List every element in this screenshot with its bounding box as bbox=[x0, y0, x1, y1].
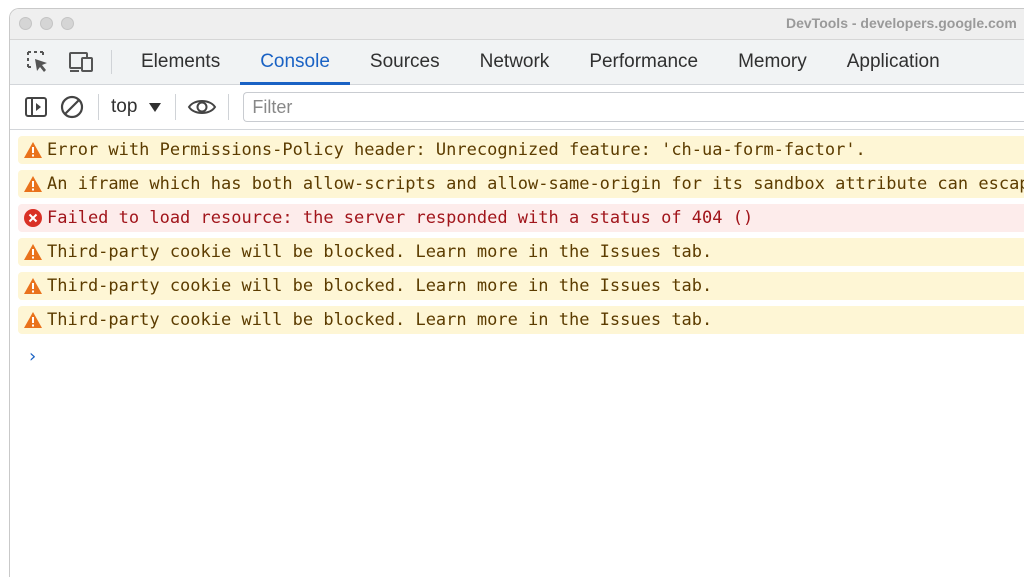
warning-triangle-icon bbox=[19, 277, 47, 295]
console-message-warning[interactable]: Third-party cookie will be blocked. Lear… bbox=[18, 306, 1024, 334]
toolbar-divider bbox=[175, 94, 177, 120]
message-text: Third-party cookie will be blocked. Lear… bbox=[47, 310, 713, 330]
message-text: Third-party cookie will be blocked. Lear… bbox=[47, 276, 713, 296]
live-expression-eye-icon[interactable] bbox=[184, 89, 220, 125]
devtools-window: DevTools - developers.google.com Element… bbox=[9, 8, 1024, 577]
tab-application[interactable]: Application bbox=[827, 40, 960, 84]
device-toolbar-icon[interactable] bbox=[60, 40, 102, 84]
zoom-window-button[interactable] bbox=[61, 17, 74, 30]
filter-input[interactable] bbox=[243, 92, 1024, 122]
tab-performance[interactable]: Performance bbox=[569, 40, 718, 84]
window-controls bbox=[19, 17, 74, 30]
tab-bar-divider bbox=[111, 50, 112, 74]
tab-elements[interactable]: Elements bbox=[121, 40, 240, 84]
toolbar-divider bbox=[98, 94, 99, 120]
error-circle-icon bbox=[19, 208, 47, 228]
message-text: An iframe which has both allow-scripts a… bbox=[47, 174, 1024, 194]
inspect-element-icon[interactable] bbox=[16, 40, 60, 84]
warning-triangle-icon bbox=[19, 311, 47, 329]
console-messages: Error with Permissions-Policy header: Un… bbox=[10, 130, 1024, 367]
message-text: Error with Permissions-Policy header: Un… bbox=[47, 140, 866, 160]
toolbar-divider bbox=[228, 94, 230, 120]
clear-console-icon[interactable] bbox=[54, 89, 90, 125]
chevron-right-icon: › bbox=[29, 346, 37, 367]
warning-triangle-icon bbox=[19, 175, 47, 193]
console-message-warning[interactable]: An iframe which has both allow-scripts a… bbox=[18, 170, 1024, 198]
console-toolbar: top bbox=[10, 85, 1024, 130]
tab-memory[interactable]: Memory bbox=[718, 40, 827, 84]
console-message-warning[interactable]: Third-party cookie will be blocked. Lear… bbox=[18, 272, 1024, 300]
tab-console[interactable]: Console bbox=[240, 40, 350, 85]
context-selector[interactable]: top bbox=[107, 96, 167, 118]
sidebar-toggle-icon[interactable] bbox=[18, 89, 54, 125]
caret-down-icon bbox=[149, 102, 162, 112]
context-label: top bbox=[111, 96, 138, 117]
window-title: DevTools - developers.google.com bbox=[786, 15, 1017, 31]
console-message-error[interactable]: Failed to load resource: the server resp… bbox=[18, 204, 1024, 232]
console-message-warning[interactable]: Third-party cookie will be blocked. Lear… bbox=[18, 238, 1024, 266]
warning-triangle-icon bbox=[19, 141, 47, 159]
title-bar: DevTools - developers.google.com bbox=[10, 9, 1024, 40]
minimize-window-button[interactable] bbox=[40, 17, 53, 30]
message-text: Third-party cookie will be blocked. Lear… bbox=[47, 242, 713, 262]
tab-network[interactable]: Network bbox=[460, 40, 570, 84]
tab-sources[interactable]: Sources bbox=[350, 40, 460, 84]
message-text: Failed to load resource: the server resp… bbox=[47, 208, 754, 228]
panel-tab-bar: Elements Console Sources Network Perform… bbox=[10, 40, 1024, 85]
console-message-warning[interactable]: Error with Permissions-Policy header: Un… bbox=[18, 136, 1024, 164]
console-prompt[interactable]: › bbox=[29, 346, 1024, 367]
warning-triangle-icon bbox=[19, 243, 47, 261]
close-window-button[interactable] bbox=[19, 17, 32, 30]
